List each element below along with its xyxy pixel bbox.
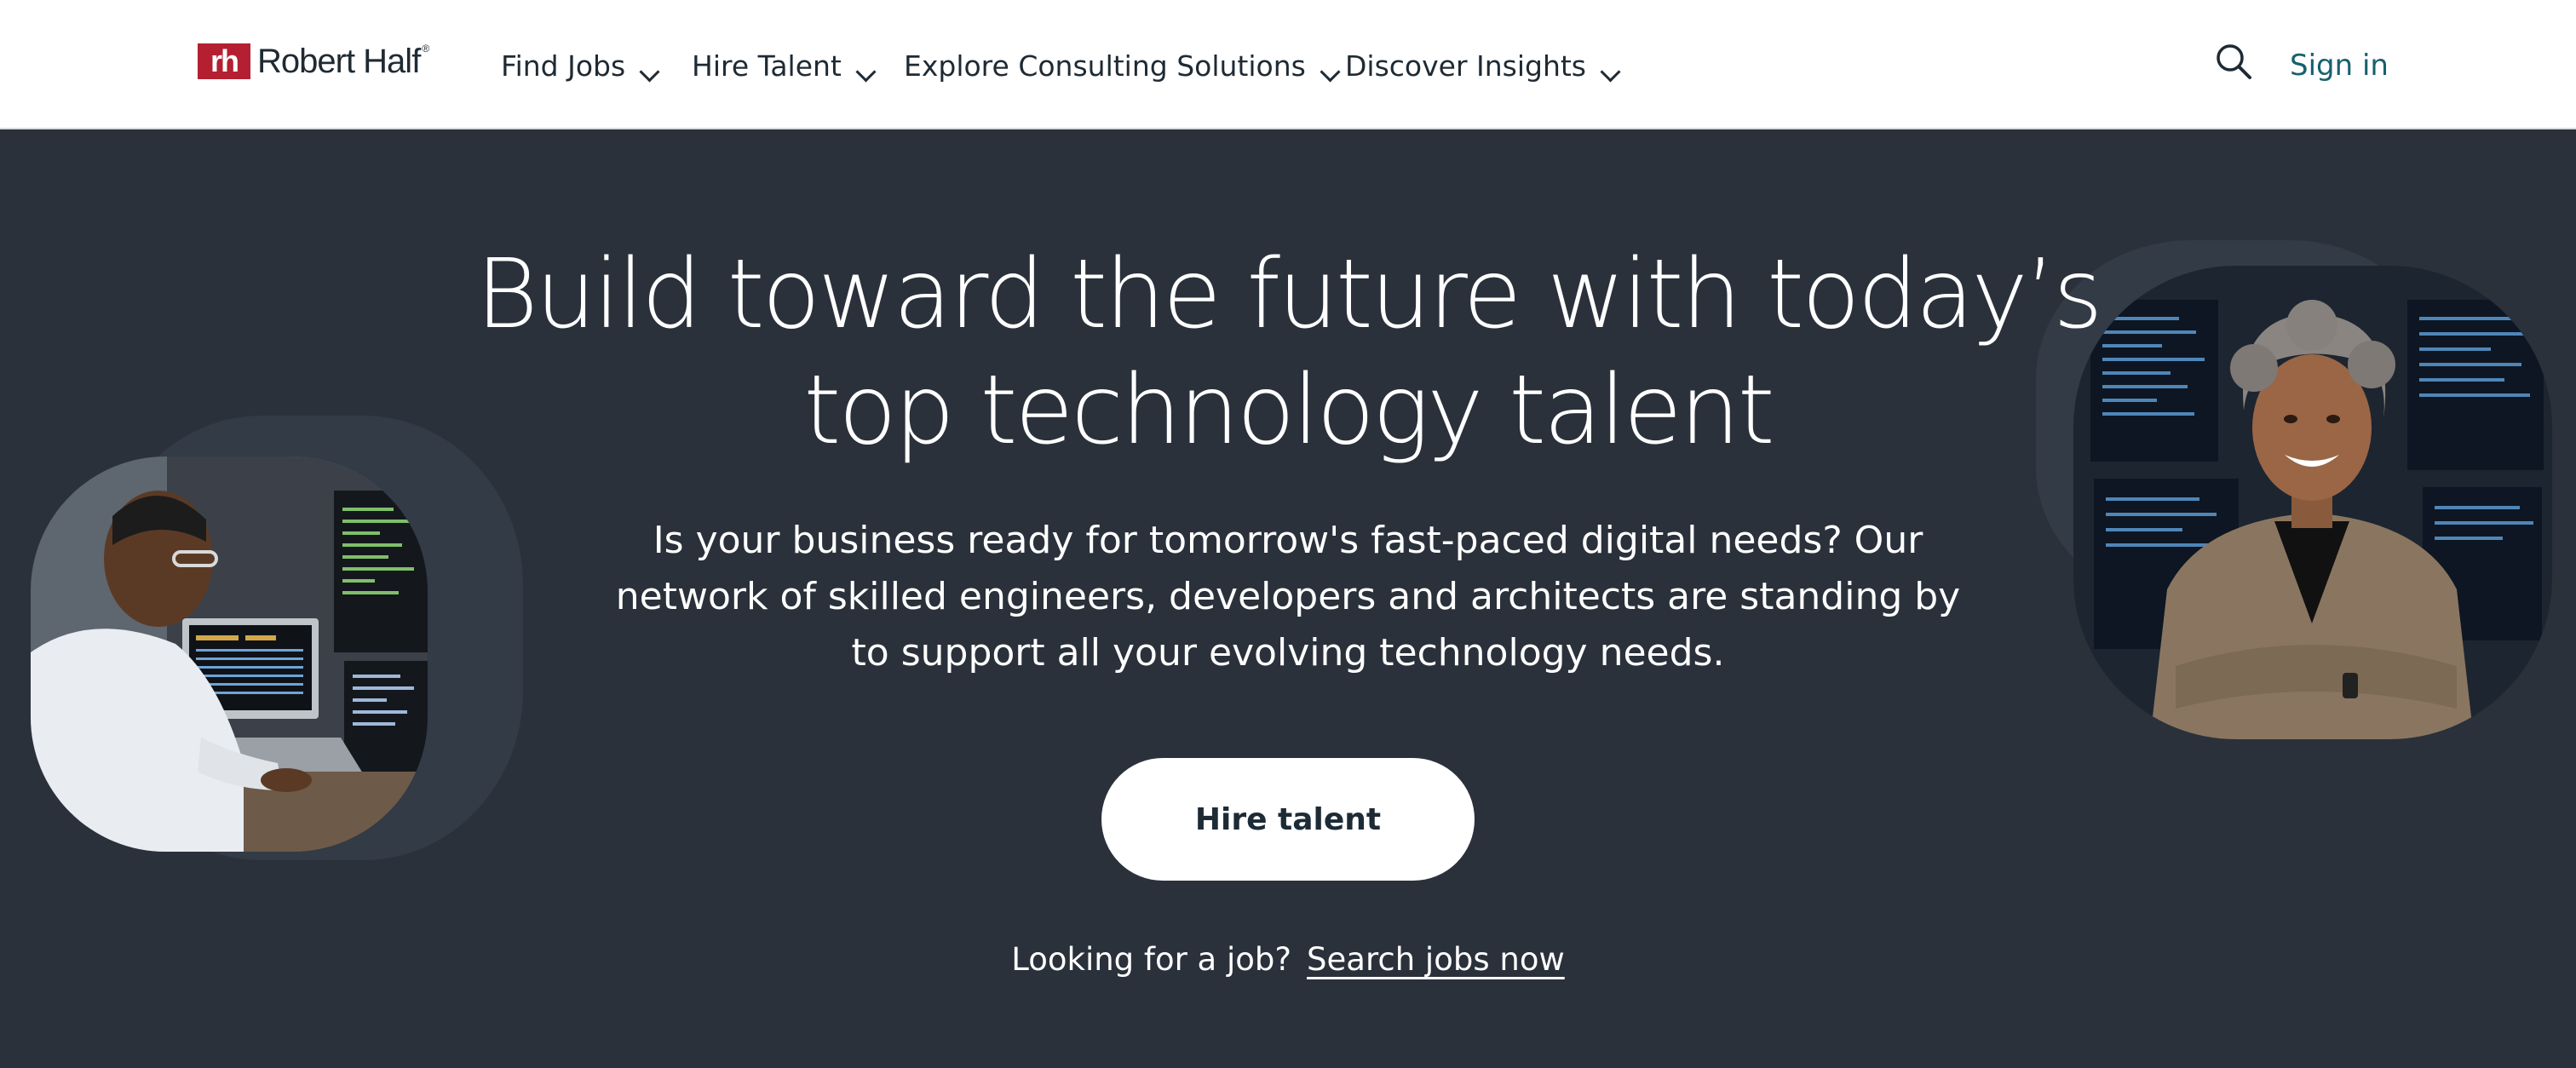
nav-explore-consulting-label: Explore Consulting Solutions: [904, 49, 1306, 83]
job-search-question: Looking for a job?: [1011, 941, 1292, 978]
chevron-down-icon: [855, 60, 877, 83]
robert-half-logo[interactable]: rh Robert Half ®: [198, 41, 429, 82]
nav-discover-insights-label: Discover Insights: [1345, 49, 1586, 83]
logo-wordmark: Robert Half: [257, 42, 421, 80]
search-icon: [2217, 44, 2251, 79]
nav-find-jobs[interactable]: Find Jobs: [501, 44, 660, 87]
site-header: rh Robert Half ® Find Jobs Hire Talent Ex…: [0, 0, 2576, 129]
nav-explore-consulting[interactable]: Explore Consulting Solutions: [904, 44, 1341, 87]
developer-illustration: [31, 456, 428, 852]
search-jobs-link[interactable]: Search jobs now: [1307, 941, 1565, 978]
developer-photo: [31, 456, 428, 852]
chevron-down-icon: [639, 60, 660, 83]
job-search-prompt: Looking for a job? Search jobs now: [0, 939, 2576, 981]
logo-mark: rh: [198, 43, 250, 79]
nav-discover-insights[interactable]: Discover Insights: [1345, 44, 1621, 87]
sign-in-link[interactable]: Sign in: [2290, 44, 2389, 87]
hero-subtext: Is your business ready for tomorrow's fa…: [615, 519, 1961, 675]
hire-talent-button[interactable]: Hire talent: [1101, 758, 1475, 881]
nav-hire-talent[interactable]: Hire Talent: [692, 44, 877, 87]
chevron-down-icon: [1600, 60, 1621, 83]
logo-registered-mark: ®: [422, 42, 429, 55]
hero-headline-line-2: top technology talent: [803, 355, 1774, 466]
logo-text: Robert Half ®: [257, 42, 429, 81]
search-button[interactable]: [2215, 43, 2252, 80]
hero-headline: Build toward the future with today’s top…: [0, 237, 2576, 468]
chevron-down-icon: [1320, 60, 1341, 83]
hero-section: Build toward the future with today’s top…: [0, 129, 2576, 1068]
nav-hire-talent-label: Hire Talent: [692, 49, 842, 83]
hero-headline-line-1: Build toward the future with today’s: [475, 239, 2102, 350]
nav-find-jobs-label: Find Jobs: [501, 49, 626, 83]
